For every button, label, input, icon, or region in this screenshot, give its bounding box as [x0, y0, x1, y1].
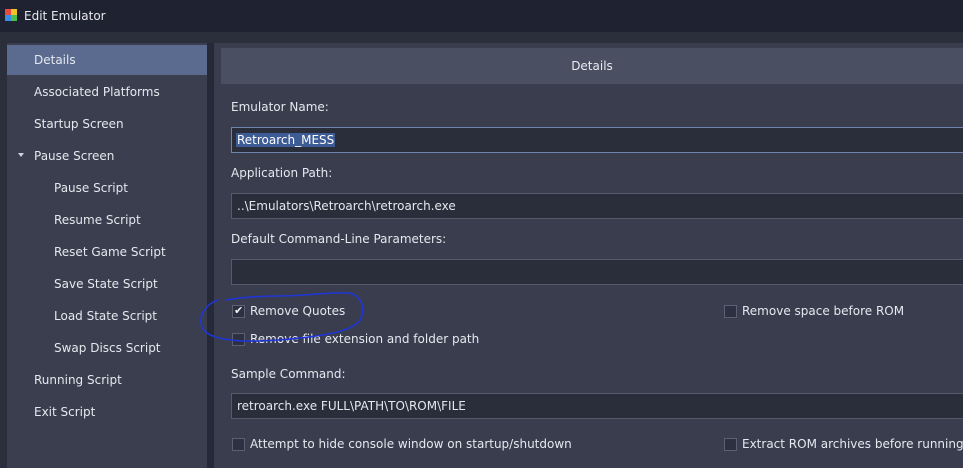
sidebar-item-startup-screen[interactable]: Startup Screen [7, 109, 207, 139]
application-path-input[interactable]: ..\Emulators\Retroarch\retroarch.exe [231, 193, 963, 219]
application-path-label: Application Path: [231, 166, 333, 180]
sidebar-item-running-script[interactable]: Running Script [7, 365, 207, 395]
emulator-name-label: Emulator Name: [231, 100, 329, 114]
sidebar-item-associated-platforms[interactable]: Associated Platforms [7, 77, 207, 107]
sidebar-item-pause-script[interactable]: Pause Script [7, 173, 207, 203]
hide-console-checkbox[interactable] [232, 438, 245, 451]
sidebar-item-label: Reset Game Script [54, 245, 166, 259]
command-line-label: Default Command-Line Parameters: [231, 232, 447, 246]
sidebar-item-label: Resume Script [54, 213, 141, 227]
sidebar-item-label: Pause Screen [34, 149, 115, 163]
extract-rom-checkbox[interactable] [724, 438, 737, 451]
sidebar-item-label: Details [34, 53, 76, 67]
emulator-name-input[interactable]: Retroarch_MESS [231, 127, 963, 153]
check-icon: ✔ [234, 304, 244, 317]
sidebar-item-label: Swap Discs Script [54, 341, 161, 355]
remove-space-label[interactable]: Remove space before ROM [742, 304, 904, 318]
command-line-input[interactable] [231, 259, 963, 285]
sidebar-item-resume-script[interactable]: Resume Script [7, 205, 207, 235]
sidebar-item-label: Load State Script [54, 309, 157, 323]
app-cube-icon [5, 9, 17, 21]
title-bar: Edit Emulator [0, 0, 963, 32]
remove-extension-checkbox[interactable] [232, 333, 245, 346]
sidebar-item-details[interactable]: Details [7, 45, 207, 75]
sidebar-item-reset-game-script[interactable]: Reset Game Script [7, 237, 207, 267]
sidebar-item-label: Save State Script [54, 277, 158, 291]
panel-title: Details [571, 59, 613, 73]
sample-command-label: Sample Command: [231, 367, 346, 381]
hide-console-label[interactable]: Attempt to hide console window on startu… [250, 437, 572, 451]
sidebar-item-label: Associated Platforms [34, 85, 160, 99]
extract-rom-label[interactable]: Extract ROM archives before running [742, 437, 963, 451]
sidebar-item-label: Startup Screen [34, 117, 124, 131]
expand-arrow-icon[interactable] [18, 153, 24, 157]
sidebar-item-label: Pause Script [54, 181, 128, 195]
pane-divider [207, 43, 214, 468]
window-title: Edit Emulator [24, 9, 106, 23]
sample-command-value: retroarch.exe FULL\PATH\TO\ROM\FILE [237, 399, 466, 413]
remove-quotes-label[interactable]: Remove Quotes [250, 304, 345, 318]
remove-quotes-checkbox[interactable]: ✔ [232, 304, 245, 318]
panel-header: Details [221, 48, 963, 84]
remove-space-checkbox[interactable] [724, 305, 737, 318]
sidebar-item-load-state-script[interactable]: Load State Script [7, 301, 207, 331]
sidebar-item-save-state-script[interactable]: Save State Script [7, 269, 207, 299]
sidebar-item-swap-discs-script[interactable]: Swap Discs Script [7, 333, 207, 363]
sidebar-nav: Details Associated Platforms Startup Scr… [7, 43, 207, 468]
application-path-value: ..\Emulators\Retroarch\retroarch.exe [237, 199, 456, 213]
details-panel: Details Emulator Name: Retroarch_MESS Ap… [214, 43, 963, 468]
remove-extension-label[interactable]: Remove file extension and folder path [250, 332, 479, 346]
sample-command-field: retroarch.exe FULL\PATH\TO\ROM\FILE [231, 393, 963, 419]
sidebar-item-pause-screen[interactable]: Pause Screen [7, 141, 207, 171]
sidebar-item-label: Exit Script [34, 405, 96, 419]
sidebar-item-exit-script[interactable]: Exit Script [7, 397, 207, 427]
sidebar-item-label: Running Script [34, 373, 122, 387]
emulator-name-value: Retroarch_MESS [236, 133, 336, 147]
